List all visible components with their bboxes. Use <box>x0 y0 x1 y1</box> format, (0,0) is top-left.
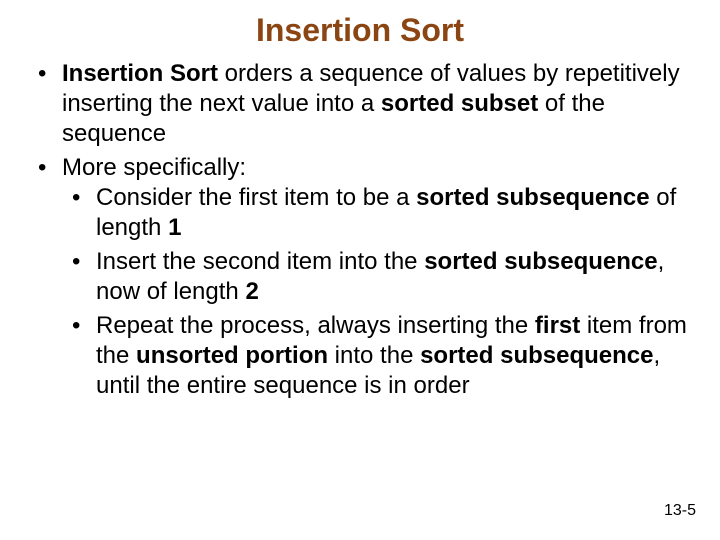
text: Consider the first item to be a <box>96 184 416 211</box>
sub-bullet-list: Consider the first item to be a sorted s… <box>62 183 692 401</box>
text: into the <box>328 342 420 369</box>
slide-body: Insertion Sort orders a sequence of valu… <box>0 59 720 401</box>
bold-text: sorted subsequence <box>420 342 653 369</box>
text: More specifically: <box>62 154 246 181</box>
sub-bullet-item-2: Insert the second item into the sorted s… <box>62 247 692 307</box>
bold-text: 2 <box>245 278 258 305</box>
page-number: 13-5 <box>664 502 696 520</box>
bold-text: sorted subset <box>381 90 538 117</box>
bold-text: unsorted portion <box>136 342 328 369</box>
slide: Insertion Sort Insertion Sort orders a s… <box>0 0 720 540</box>
slide-title: Insertion Sort <box>0 0 720 59</box>
text: Insert the second item into the <box>96 248 424 275</box>
bold-text: first <box>535 312 580 339</box>
bold-text: 1 <box>168 214 181 241</box>
bullet-item-1: Insertion Sort orders a sequence of valu… <box>28 59 692 149</box>
text: Repeat the process, always inserting the <box>96 312 535 339</box>
bold-text: sorted subsequence <box>424 248 657 275</box>
bold-text: Insertion Sort <box>62 60 218 87</box>
sub-bullet-item-1: Consider the first item to be a sorted s… <box>62 183 692 243</box>
bullet-list: Insertion Sort orders a sequence of valu… <box>28 59 692 401</box>
sub-bullet-item-3: Repeat the process, always inserting the… <box>62 311 692 401</box>
bullet-item-2: More specifically: Consider the first it… <box>28 153 692 401</box>
bold-text: sorted subsequence <box>416 184 649 211</box>
